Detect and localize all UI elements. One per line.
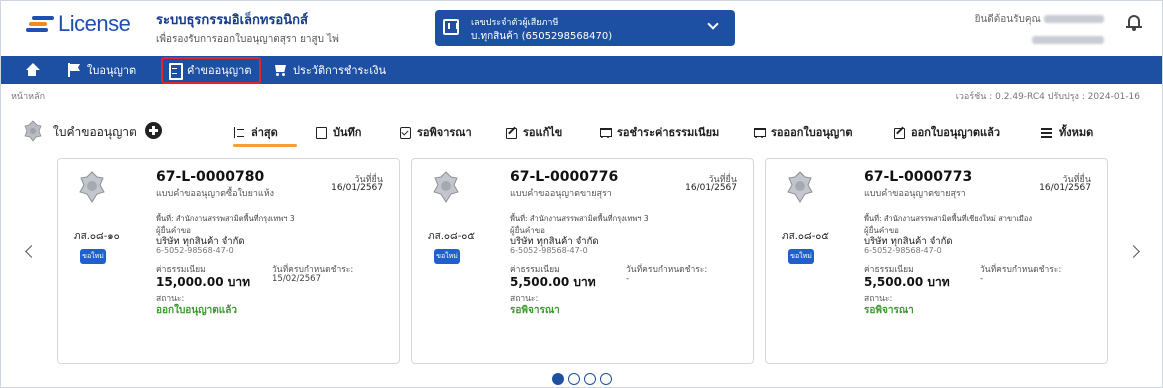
excise-emblem-icon <box>787 171 813 203</box>
new-request-badge: ขอใหม่ <box>788 249 814 264</box>
request-tabs: ใบคำขออนุญาต ล่าสุด บันทึก รอพิจารณา รอแ… <box>1 113 1162 149</box>
taxpayer-selector[interactable]: เลขประจำตัวผู้เสียภาษี บ.ทุกสินค้า (6505… <box>435 10 735 46</box>
request-type: แบบคำขออนุญาตขายสุรา <box>510 189 612 199</box>
request-card[interactable]: ภส.๐๘-๑๐ ขอใหม่ 67-L-0000780 แบบคำขออนุญ… <box>57 158 400 364</box>
request-card[interactable]: ภส.๐๘-๐๕ ขอใหม่ 67-L-0000776 แบบคำขออนุญ… <box>411 158 754 364</box>
save-icon <box>315 126 327 139</box>
edit-icon <box>505 127 517 139</box>
nav-home[interactable] <box>25 60 45 80</box>
email-redacted <box>1032 36 1104 44</box>
add-request-icon[interactable] <box>145 122 162 139</box>
tab-label: ออกใบอนุญาตแล้ว <box>911 126 1001 139</box>
request-code: 67-L-0000776 <box>510 169 619 185</box>
cart-icon <box>753 127 766 138</box>
form-code: ภส.๐๘-๐๕ <box>782 231 829 242</box>
form-code: ภส.๐๘-๑๐ <box>74 231 120 242</box>
emblem-icon <box>24 120 42 142</box>
username-redacted <box>1044 15 1104 23</box>
tab-pending-issue[interactable]: รอออกใบอนุญาต <box>753 123 853 141</box>
app-title-block: ระบบธุรกรรมอิเล็กทรอนิกส์ เพื่อรองรับการ… <box>156 9 339 47</box>
fee-value: 15,000.00 บาท <box>156 275 251 289</box>
new-request-badge: ขอใหม่ <box>434 249 460 264</box>
request-type: แบบคำขออนุญาตซื้อใบยาแห้ง <box>156 189 275 199</box>
tab-pending-edit[interactable]: รอแก้ไข <box>505 123 562 141</box>
app-subtitle: เพื่อรองรับการออกใบอนุญาตสุรา ยาสูบ ไพ่ <box>156 34 339 45</box>
page-dot[interactable] <box>568 373 580 385</box>
nav-payment-history[interactable]: ประวัติการชำระเงิน <box>273 60 386 80</box>
tab-pending-payment[interactable]: รอชำระค่าธรรมเนียม <box>599 123 719 141</box>
page-dot[interactable] <box>600 373 612 385</box>
tab-label: รอชำระค่าธรรมเนียม <box>617 126 720 139</box>
status-value: ออกใบอนุญาตแล้ว <box>156 305 237 316</box>
welcome-text: ยินดีต้อนรับคุณ <box>974 14 1041 25</box>
cart-icon <box>599 127 612 138</box>
flag-icon <box>67 63 81 77</box>
request-cards: ภส.๐๘-๑๐ ขอใหม่ 67-L-0000780 แบบคำขออนุญ… <box>1 149 1162 371</box>
fee-value: 5,500.00 บาท <box>510 275 596 289</box>
menu-icon <box>1041 127 1053 138</box>
tab-label: บันทึก <box>333 126 362 139</box>
due-date: - <box>626 274 630 284</box>
tab-pending-review[interactable]: รอพิจารณา <box>399 123 472 141</box>
tab-saved[interactable]: บันทึก <box>315 123 361 141</box>
breadcrumb[interactable]: หน้าหลัก <box>11 89 45 103</box>
tab-label: รอออกใบอนุญาต <box>771 126 853 139</box>
request-code: 67-L-0000773 <box>864 169 973 185</box>
check-icon <box>399 126 411 139</box>
app-title: ระบบธุรกรรมอิเล็กทรอนิกส์ <box>156 13 308 28</box>
due-date-label: วันที่ครบกำหนดชำระ: <box>626 265 708 275</box>
due-date-label: วันที่ครบกำหนดชำระ: <box>980 265 1062 275</box>
request-code: 67-L-0000780 <box>156 169 265 185</box>
due-date: 15/02/2567 <box>272 274 321 284</box>
tab-label: ทั้งหมด <box>1059 126 1094 139</box>
request-card[interactable]: ภส.๐๘-๐๕ ขอใหม่ 67-L-0000773 แบบคำขออนุญ… <box>765 158 1108 364</box>
cart-icon <box>273 63 287 77</box>
pagination-dots <box>552 373 612 385</box>
edit-icon <box>893 127 905 139</box>
status-value: รอพิจารณา <box>864 305 914 316</box>
submit-date: 16/01/2567 <box>685 183 737 193</box>
applicant-id: 6-5052-98568-47-0 <box>864 246 942 255</box>
excise-emblem-icon <box>79 171 105 203</box>
license-logo[interactable]: License <box>26 11 131 37</box>
applicant-id: 6-5052-98568-47-0 <box>510 246 588 255</box>
tab-all[interactable]: ทั้งหมด <box>1041 123 1093 141</box>
active-tab-indicator <box>233 144 297 147</box>
section-title: ใบคำขออนุญาต <box>53 125 137 139</box>
sort-icon <box>233 126 245 138</box>
tab-latest[interactable]: ล่าสุด <box>233 123 278 141</box>
tab-label: ล่าสุด <box>251 126 278 139</box>
page-dot-active[interactable] <box>552 373 564 385</box>
header: License ระบบธุรกรรมอิเล็กทรอนิกส์ เพื่อร… <box>1 1 1162 47</box>
version-info: เวอร์ชัน : 0.2.49-RC4 ปรับปรุง : 2024-01… <box>955 92 1140 102</box>
logo-text: License <box>58 11 131 36</box>
home-icon <box>25 63 40 77</box>
logo-icon <box>26 13 54 35</box>
tab-issued[interactable]: ออกใบอนุญาตแล้ว <box>893 123 1000 141</box>
highlight-box <box>161 57 261 84</box>
fee-value: 5,500.00 บาท <box>864 275 950 289</box>
nav-licenses-label: ใบอนุญาต <box>87 64 137 77</box>
due-date: - <box>980 274 984 284</box>
new-request-badge: ขอใหม่ <box>80 249 106 264</box>
status-value: รอพิจารณา <box>510 305 560 316</box>
taxpayer-value: บ.ทุกสินค้า (6505298568470) <box>471 31 613 42</box>
app-window: License ระบบธุรกรรมอิเล็กทรอนิกส์ เพื่อร… <box>0 0 1163 388</box>
submit-date: 16/01/2567 <box>331 183 383 193</box>
form-code: ภส.๐๘-๐๕ <box>428 231 475 242</box>
tab-label: รอแก้ไข <box>523 126 563 139</box>
page-dot[interactable] <box>584 373 596 385</box>
user-info[interactable]: ยินดีต้อนรับคุณ <box>975 12 1104 46</box>
taxpayer-label: เลขประจำตัวผู้เสียภาษี <box>471 18 559 28</box>
bell-icon[interactable] <box>1126 13 1142 31</box>
nav-licenses[interactable]: ใบอนุญาต <box>67 60 136 80</box>
building-icon <box>443 19 459 35</box>
submit-date: 16/01/2567 <box>1039 183 1091 193</box>
tab-label: รอพิจารณา <box>417 126 472 139</box>
applicant-id: 6-5052-98568-47-0 <box>156 246 234 255</box>
excise-emblem-icon <box>433 171 459 203</box>
request-type: แบบคำขออนุญาตขายสุรา <box>864 189 966 199</box>
nav-payment-label: ประวัติการชำระเงิน <box>293 64 386 77</box>
chevron-down-icon <box>707 18 719 30</box>
